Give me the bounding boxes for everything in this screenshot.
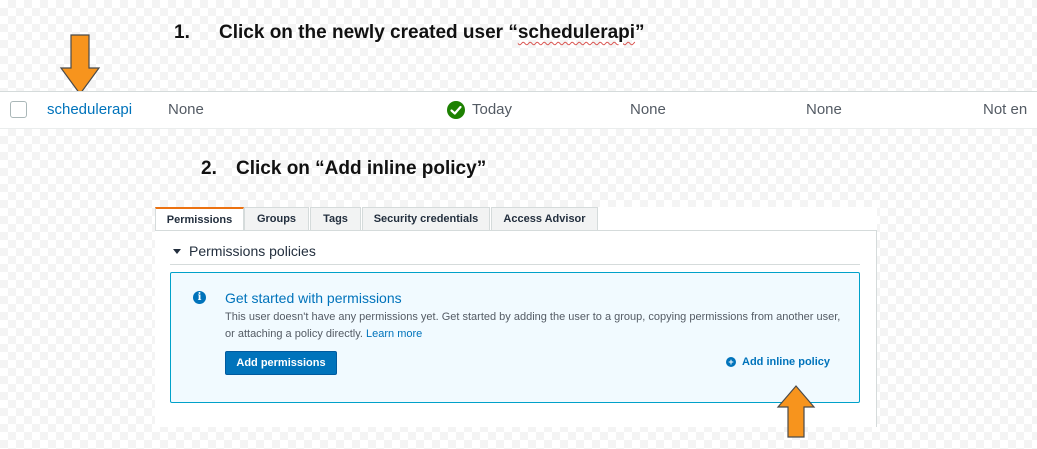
password-age-cell: None <box>806 101 842 118</box>
user-table-row[interactable]: schedulerapi None Today None None Not en <box>0 91 1037 129</box>
tab-groups[interactable]: Groups <box>244 207 309 230</box>
step-2-number: 2. <box>201 158 217 179</box>
step-1-username: schedulerapi <box>517 22 636 43</box>
info-alert: i Get started with permissions This user… <box>170 272 860 403</box>
tab-permissions[interactable]: Permissions <box>155 207 244 231</box>
step-2-heading: 2. Click on “Add inline policy” <box>201 158 486 180</box>
tab-security-credentials[interactable]: Security credentials <box>362 207 490 230</box>
learn-more-link[interactable]: Learn more <box>366 328 422 340</box>
step-2-text: Click on “Add inline policy” <box>236 158 487 179</box>
row-checkbox[interactable] <box>10 101 27 118</box>
info-body: This user doesn't have any permissions y… <box>225 311 841 340</box>
add-inline-policy-label: Add inline policy <box>742 356 831 368</box>
last-activity-cell: Today <box>472 101 513 118</box>
info-title: Get started with permissions <box>225 290 402 306</box>
username-link[interactable]: schedulerapi <box>47 101 132 118</box>
plus-circle-icon: + <box>726 357 736 367</box>
section-title: Permissions policies <box>189 243 316 259</box>
check-circle-icon <box>447 101 465 119</box>
arrow-down-icon <box>59 34 101 96</box>
arrow-up-icon <box>776 385 816 438</box>
user-permissions-panel: Permissions Groups Tags Security credent… <box>155 207 877 427</box>
info-text: This user doesn't have any permissions y… <box>225 309 845 343</box>
tab-access-advisor[interactable]: Access Advisor <box>491 207 598 230</box>
groups-cell: None <box>168 101 204 118</box>
step-1-text-prefix: Click on the newly created user “ <box>219 22 518 43</box>
console-access-cell: Not en <box>983 101 1028 118</box>
add-inline-policy-link[interactable]: + Add inline policy <box>726 356 830 368</box>
step-1-heading: 1. Click on the newly created user “sched… <box>174 22 645 44</box>
add-permissions-button[interactable]: Add permissions <box>225 351 337 375</box>
permissions-policies-toggle[interactable]: Permissions policies <box>173 243 316 259</box>
caret-down-icon <box>173 249 181 254</box>
tab-tags[interactable]: Tags <box>310 207 361 230</box>
info-circle-icon: i <box>193 291 206 304</box>
mfa-cell: None <box>630 101 666 118</box>
divider <box>170 264 860 265</box>
step-1-number: 1. <box>174 22 190 43</box>
step-1-text-suffix: ” <box>635 22 645 43</box>
